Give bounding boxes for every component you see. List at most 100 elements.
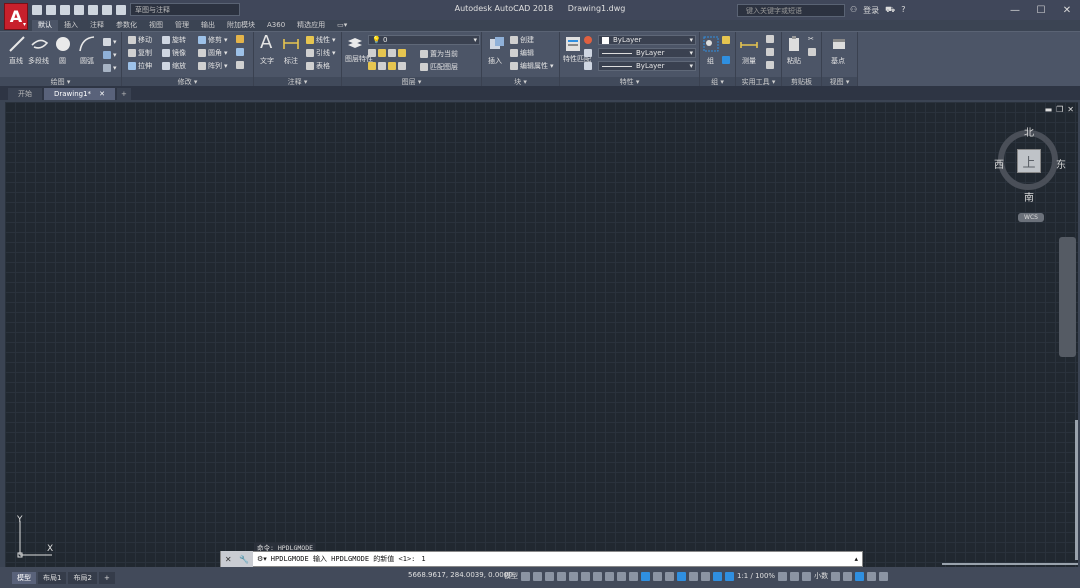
layer-tools-row2[interactable] bbox=[368, 62, 406, 70]
isodraft-icon[interactable] bbox=[593, 571, 602, 581]
viewport-minimize-icon[interactable]: ▬ bbox=[1045, 105, 1053, 114]
erase-icon[interactable] bbox=[236, 35, 244, 43]
cart-icon[interactable]: ⛟ bbox=[885, 5, 895, 16]
annotation-visibility-icon[interactable] bbox=[713, 571, 722, 581]
calculator-icon[interactable] bbox=[766, 61, 774, 69]
dynamic-input-icon[interactable] bbox=[557, 571, 566, 581]
dynamic-ucs-icon[interactable] bbox=[677, 571, 686, 581]
annotation-scale[interactable]: 1:1 / 100% bbox=[737, 572, 775, 580]
text-button[interactable]: 文字 bbox=[260, 56, 274, 66]
leader-button[interactable]: 引线 ▾ bbox=[306, 48, 336, 58]
move-button[interactable]: 移动 bbox=[128, 35, 152, 45]
ribbon-tab-2[interactable]: 注释 bbox=[84, 20, 110, 31]
annotation-monitor-icon[interactable] bbox=[790, 571, 800, 581]
ribbon-tab-8[interactable]: A360 bbox=[261, 20, 291, 31]
rotate-button[interactable]: 旋转 bbox=[162, 35, 186, 45]
ribbon-tab-0[interactable]: 默认 bbox=[32, 20, 58, 31]
circle-button[interactable]: 圆 bbox=[59, 56, 66, 66]
scale-button[interactable]: 缩放 bbox=[162, 61, 186, 71]
redo-icon[interactable] bbox=[116, 4, 126, 15]
close-button[interactable]: ✕ bbox=[1054, 0, 1080, 20]
infer-icon[interactable] bbox=[545, 571, 554, 581]
navigation-bar[interactable] bbox=[1059, 237, 1076, 357]
compass-east[interactable]: 东 bbox=[1056, 156, 1066, 171]
ribbon-tab-3[interactable]: 参数化 bbox=[110, 20, 143, 31]
model-space-toggle[interactable]: 模型 bbox=[504, 571, 518, 581]
lineweight-dropdown[interactable]: ByLayer ▾ bbox=[598, 61, 696, 71]
save-icon[interactable] bbox=[60, 4, 70, 15]
clean-screen-icon[interactable] bbox=[867, 571, 877, 581]
user-icon[interactable]: ⚇ bbox=[850, 5, 857, 16]
lock-ui-icon[interactable] bbox=[843, 571, 853, 581]
linetype-dropdown[interactable]: ByLayer ▾ bbox=[598, 48, 696, 58]
explode-icon[interactable] bbox=[236, 48, 244, 56]
group-button[interactable]: 组 bbox=[707, 56, 714, 66]
layout-tab-2[interactable]: 布局2 bbox=[68, 571, 97, 584]
dimension-button[interactable]: 标注 bbox=[284, 56, 298, 66]
ribbon-tab-9[interactable]: 精选应用 bbox=[291, 20, 331, 31]
coordinates-readout[interactable]: 5668.9617, 284.0039, 0.0000 bbox=[408, 571, 513, 579]
wcs-menu[interactable]: WCS bbox=[1018, 213, 1044, 222]
viewport-restore-icon[interactable]: ❐ bbox=[1056, 105, 1063, 114]
line-button[interactable]: 直线 bbox=[9, 56, 23, 66]
vertical-scrollbar[interactable] bbox=[1075, 420, 1078, 560]
plot-icon[interactable] bbox=[88, 4, 98, 15]
viewcube-top-face[interactable]: 上 bbox=[1017, 149, 1041, 173]
boundary-icon[interactable]: ▾ bbox=[103, 64, 117, 72]
create-block-button[interactable]: 创建 bbox=[510, 35, 534, 45]
grid-icon[interactable] bbox=[521, 571, 530, 581]
isolate-objects-icon[interactable] bbox=[802, 571, 812, 581]
ribbon-tab-1[interactable]: 插入 bbox=[58, 20, 84, 31]
hardware-acceleration-icon[interactable] bbox=[855, 571, 865, 581]
close-tab-icon[interactable]: ✕ bbox=[99, 90, 105, 98]
polyline-button[interactable]: 多段线 bbox=[28, 56, 49, 66]
array-button[interactable]: 阵列 ▾ bbox=[198, 61, 228, 71]
horizontal-scrollbar[interactable] bbox=[942, 563, 1078, 565]
selection-cycling-icon[interactable] bbox=[653, 571, 662, 581]
ortho-icon[interactable] bbox=[569, 571, 578, 581]
3d-osnap-icon[interactable] bbox=[665, 571, 674, 581]
insert-button[interactable]: 插入 bbox=[488, 56, 502, 66]
new-tab-button[interactable]: + bbox=[116, 88, 131, 100]
select-all-icon[interactable] bbox=[766, 48, 774, 56]
compass-north[interactable]: 北 bbox=[1024, 124, 1034, 139]
open-icon[interactable] bbox=[46, 4, 56, 15]
tab-start[interactable]: 开始 bbox=[8, 88, 42, 100]
arc-button[interactable]: 圆弧 bbox=[80, 56, 94, 66]
minimize-button[interactable]: — bbox=[1002, 0, 1028, 20]
search-input[interactable]: 键入关键字或短语 bbox=[737, 4, 845, 17]
gizmo-icon[interactable] bbox=[701, 571, 710, 581]
add-layout-button[interactable]: + bbox=[98, 571, 115, 584]
object-snap-icon[interactable] bbox=[617, 571, 626, 581]
edit-attributes-button[interactable]: 编辑属性 ▾ bbox=[510, 61, 554, 71]
selection-filter-icon[interactable] bbox=[689, 571, 698, 581]
compass-west[interactable]: 西 bbox=[994, 156, 1004, 171]
compass-south[interactable]: 南 bbox=[1024, 189, 1034, 204]
edit-block-button[interactable]: 编辑 bbox=[510, 48, 534, 58]
application-menu-button[interactable]: A ▾ bbox=[4, 3, 28, 30]
drawing-canvas[interactable]: ▬ ❐ ✕ bbox=[5, 102, 1078, 567]
command-line[interactable]: ✕ 🔧 ⚙▾ HPDLGMODE 输入 HPDLGMODE 的新值 <1>: 1… bbox=[220, 551, 863, 567]
units-dropdown[interactable]: 小数 bbox=[814, 571, 828, 581]
tab-drawing1[interactable]: Drawing1* ✕ bbox=[44, 88, 115, 100]
object-snap-tracking-icon[interactable] bbox=[605, 571, 614, 581]
base-button[interactable]: 基点 bbox=[831, 56, 845, 66]
snap-icon[interactable] bbox=[533, 571, 542, 581]
hatch-icon[interactable]: ▾ bbox=[103, 51, 117, 59]
maximize-button[interactable]: ☐ bbox=[1028, 0, 1054, 20]
offset-icon[interactable] bbox=[236, 61, 244, 69]
workspace-switch-icon[interactable] bbox=[778, 571, 788, 581]
id-point-icon[interactable] bbox=[766, 35, 774, 43]
copy-button[interactable]: 复制 bbox=[128, 48, 152, 58]
workspace-dropdown[interactable]: 草图与注释 bbox=[130, 3, 240, 16]
command-input[interactable]: 1 bbox=[421, 555, 425, 563]
save-as-icon[interactable] bbox=[74, 4, 84, 15]
ribbon-tab-5[interactable]: 管理 bbox=[169, 20, 195, 31]
viewcube[interactable]: 上 北 南 东 西 bbox=[990, 124, 1066, 204]
close-icon[interactable]: ✕ bbox=[225, 555, 232, 564]
cut-icon[interactable]: ✂ bbox=[808, 35, 814, 43]
layout-tab-0[interactable]: 模型 bbox=[12, 571, 36, 584]
customization-icon[interactable] bbox=[879, 571, 889, 581]
polar-icon[interactable] bbox=[581, 571, 590, 581]
transparency-icon[interactable] bbox=[641, 571, 650, 581]
